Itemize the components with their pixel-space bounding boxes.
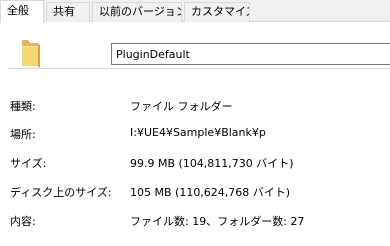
tab-strip: 全般 共有 以前のバージョン カスタマイズ	[0, 0, 390, 23]
type-value: ファイル フォルダー	[130, 100, 233, 113]
disk-size-value: 105 MB (110,624,768 バイト)	[130, 186, 291, 199]
location-label: 場所:	[10, 128, 36, 141]
size-label: サイズ:	[10, 157, 47, 170]
disk-size-label: ディスク上のサイズ:	[10, 186, 112, 199]
location-value: I:¥UE4¥Sample¥Blank¥p	[130, 126, 266, 139]
general-panel: 種類: ファイル フォルダー 場所: I:¥UE4¥Sample¥Blank¥p…	[0, 22, 390, 246]
properties-window: 全般 共有 以前のバージョン カスタマイズ 種類: ファイル フォルダー 場所:…	[0, 0, 390, 246]
type-label: 種類:	[10, 100, 36, 113]
tab-general[interactable]: 全般	[0, 0, 44, 23]
contents-label: 内容:	[10, 215, 36, 228]
tab-previous-versions[interactable]: 以前のバージョン	[92, 2, 182, 22]
tab-share[interactable]: 共有	[46, 2, 90, 22]
separator	[8, 68, 390, 69]
size-value: 99.9 MB (104,811,730 バイト)	[130, 157, 294, 170]
folder-icon	[22, 40, 40, 68]
contents-value: ファイル数: 19、フォルダー数: 27	[130, 215, 305, 228]
folder-name-input[interactable]	[111, 43, 390, 65]
tab-customize[interactable]: カスタマイズ	[184, 2, 250, 22]
